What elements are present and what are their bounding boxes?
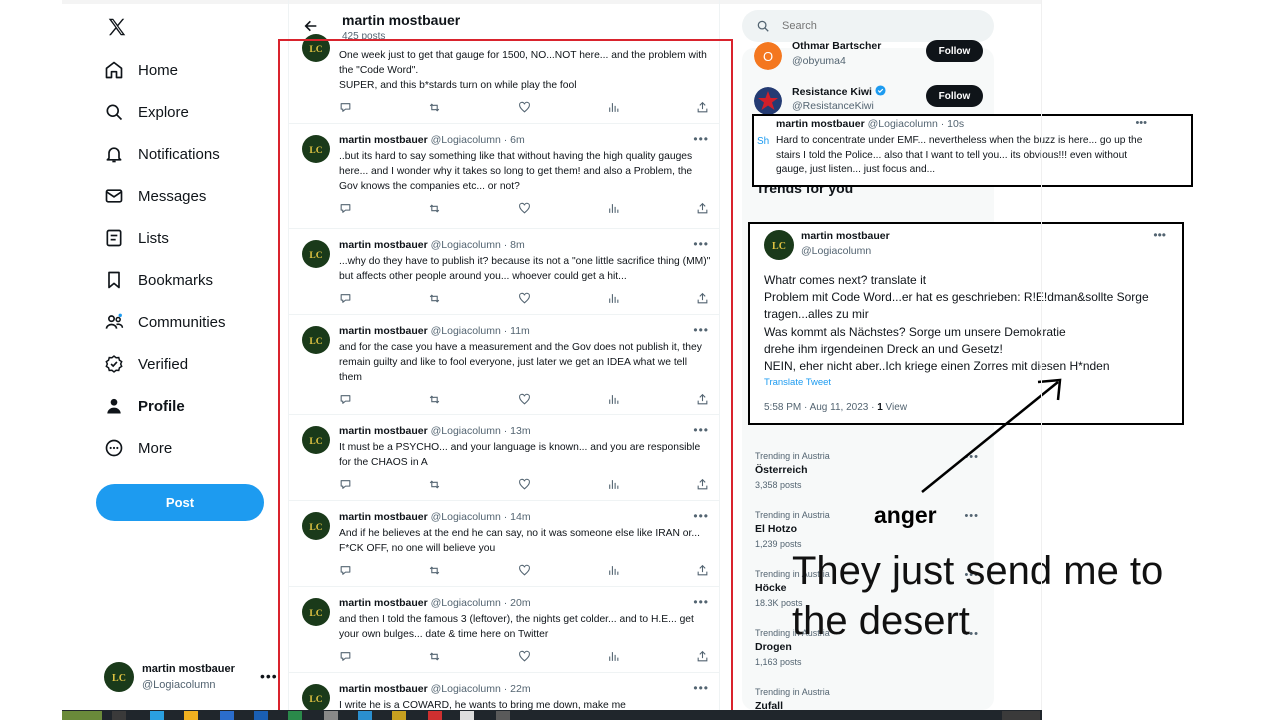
trend-name: El Hotzo	[755, 523, 797, 535]
taskbar-icon[interactable]	[220, 711, 234, 720]
follow-handle: @obyuma4	[792, 55, 846, 67]
taskbar-icon[interactable]	[358, 711, 372, 720]
taskbar-icon[interactable]	[150, 711, 164, 720]
more-circle-icon	[105, 439, 123, 457]
taskbar-icon[interactable]	[392, 711, 406, 720]
follow-name: Resistance Kiwi	[792, 85, 886, 98]
highlight-box	[278, 39, 733, 713]
more-icon[interactable]: •••	[1153, 228, 1166, 242]
taskbar-tray[interactable]	[1002, 711, 1040, 720]
overlay-tweet-body: Whatr comes next? translate it Problem m…	[764, 272, 1174, 375]
back-arrow-icon[interactable]	[303, 18, 319, 34]
nav-explore-label: Explore	[138, 103, 189, 121]
avatar: O	[754, 42, 782, 70]
trend-item[interactable]: Trending in Austria Zufall	[755, 687, 987, 712]
trend-item[interactable]: Trending in Austria El Hotzo 1,239 posts…	[755, 510, 987, 549]
taskbar-icon[interactable]	[254, 711, 268, 720]
account-name: martin mostbauer	[142, 663, 235, 675]
translate-link[interactable]: Translate Tweet	[764, 377, 831, 388]
nav-notifications[interactable]: Notifications	[104, 141, 220, 167]
nav-lists-label: Lists	[138, 229, 169, 247]
follow-suggestion[interactable]: O Othmar Bartscher @obyuma4 Follow	[754, 40, 994, 76]
account-avatar[interactable]: LC	[104, 662, 134, 692]
overlay-tweet-small: martin mostbauer @Logiacolumn · 10s Sh H…	[752, 114, 1193, 187]
nav-communities[interactable]: Communities	[104, 309, 226, 335]
verified-badge-icon	[875, 85, 886, 96]
nav-notifications-label: Notifications	[138, 145, 220, 163]
tweet-timestamp: 5:58 PM · Aug 11, 2023 · 1 View	[764, 402, 908, 413]
trend-count: 1,163 posts	[755, 657, 802, 667]
avatar	[754, 87, 782, 115]
nav-explore[interactable]: Explore	[104, 99, 189, 125]
nav-verified[interactable]: Verified	[104, 351, 188, 377]
nav-lists[interactable]: Lists	[104, 225, 169, 251]
taskbar-icon[interactable]	[324, 711, 338, 720]
post-button[interactable]: Post	[96, 484, 264, 521]
follow-name: Othmar Bartscher	[792, 40, 882, 52]
nav-communities-label: Communities	[138, 313, 226, 331]
trend-context: Trending in Austria	[755, 687, 830, 697]
follow-handle: @ResistanceKiwi	[792, 100, 874, 112]
taskbar-icon[interactable]	[460, 711, 474, 720]
left-navigation: Home Explore Notifications Messages List…	[62, 0, 288, 710]
overlay-author-handle: @Logiacolumn	[801, 245, 872, 257]
account-handle: @Logiacolumn	[142, 679, 216, 691]
tweet-line: drehe ihm irgendeinen Dreck an und Geset…	[764, 341, 1003, 356]
x-logo-icon[interactable]	[106, 16, 128, 38]
follow-button[interactable]: Follow	[926, 40, 983, 62]
taskbar-icon[interactable]	[288, 711, 302, 720]
home-icon	[105, 61, 123, 79]
overlay-tweet-header: martin mostbauer @Logiacolumn · 10s	[776, 118, 965, 130]
nav-messages-label: Messages	[138, 187, 207, 205]
search-icon	[106, 104, 123, 121]
avatar: LC	[764, 230, 794, 260]
tweet-line: Whatr comes next? translate it	[764, 273, 927, 287]
follow-button[interactable]: Follow	[926, 85, 983, 107]
nav-profile-label: Profile	[138, 397, 185, 415]
svg-text:O: O	[763, 49, 773, 64]
nav-home-label: Home	[138, 61, 179, 79]
search-input[interactable]	[782, 16, 972, 36]
bookmark-icon	[108, 271, 120, 289]
overlay-author-name: martin mostbauer	[801, 230, 890, 242]
nav-profile[interactable]: Profile	[104, 393, 185, 419]
nav-home[interactable]: Home	[104, 57, 178, 83]
nav-bookmarks-label: Bookmarks	[138, 271, 214, 289]
overlay-tweet-text: Hard to concentrate under EMF... neverth…	[776, 135, 1143, 175]
verified-icon	[105, 355, 123, 373]
nav-verified-label: Verified	[138, 355, 189, 373]
frame-divider	[1041, 0, 1042, 720]
screenshot-root: Home Explore Notifications Messages List…	[0, 0, 1280, 720]
nav-more-label: More	[138, 439, 173, 457]
os-taskbar	[62, 710, 1042, 720]
more-icon[interactable]: •••	[1135, 117, 1147, 129]
nav-more[interactable]: More	[104, 435, 172, 461]
page-title: martin mostbauer	[342, 12, 461, 28]
handwritten-annotation: They just send me to the desert	[792, 549, 1164, 643]
taskbar-icon[interactable]	[184, 711, 198, 720]
anger-annotation: anger	[874, 502, 937, 528]
mail-icon	[105, 189, 123, 203]
start-tile[interactable]	[62, 711, 102, 720]
tweet-line: Was kommt als Nächstes? Sorge um unsere …	[764, 324, 1066, 339]
svg-text:LC: LC	[772, 241, 786, 252]
tweet-line: Problem mit Code Word...er hat es geschr…	[764, 290, 1149, 322]
search-box[interactable]	[742, 10, 994, 42]
taskbar-icon[interactable]	[428, 711, 442, 720]
account-more-icon[interactable]: •••	[260, 668, 278, 684]
search-icon	[757, 20, 769, 32]
bell-icon	[106, 147, 122, 163]
taskbar-icon[interactable]	[496, 711, 510, 720]
trend-context: Trending in Austria	[755, 510, 830, 520]
svg-text:LC: LC	[112, 673, 126, 684]
nav-messages[interactable]: Messages	[104, 183, 206, 209]
communities-icon	[105, 313, 124, 329]
nav-bookmarks[interactable]: Bookmarks	[104, 267, 213, 293]
list-icon	[106, 229, 122, 247]
trend-more-icon[interactable]: •••	[964, 510, 979, 522]
side-label: Sh	[757, 136, 770, 147]
taskbar-icon[interactable]	[112, 711, 126, 720]
profile-icon	[107, 398, 121, 414]
arrow-annotation	[921, 378, 1062, 493]
